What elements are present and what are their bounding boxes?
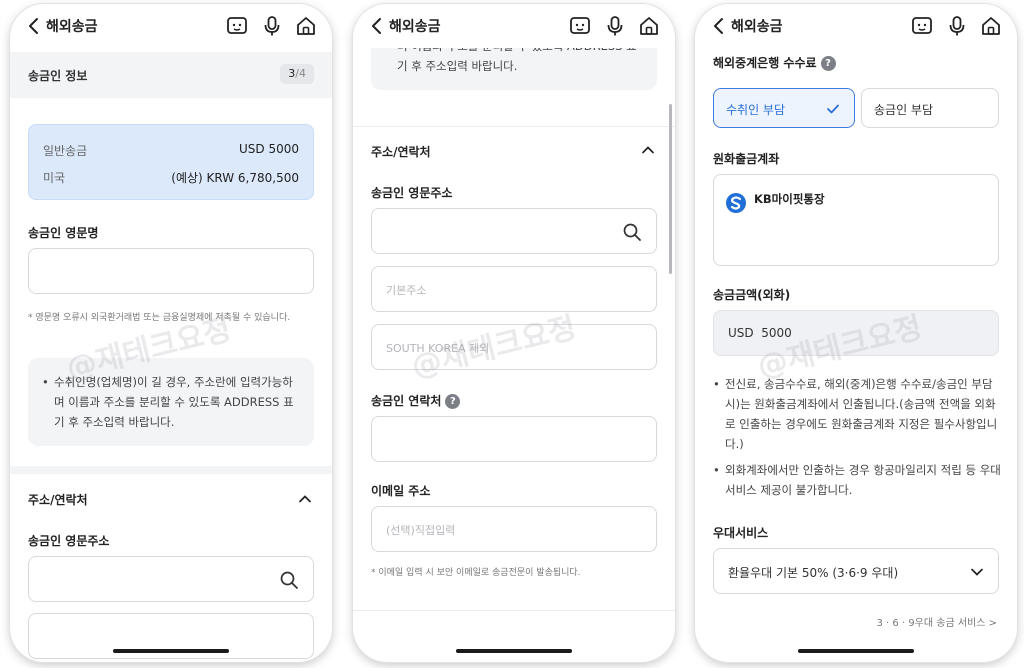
fee-option-recipient-label: 수취인 부담 xyxy=(726,103,786,117)
chevron-left-icon[interactable] xyxy=(369,16,385,36)
basic-address-field[interactable]: 기본주소 xyxy=(371,266,657,312)
top-app-bar: 해외송금 xyxy=(353,4,675,48)
chevron-left-icon[interactable] xyxy=(711,16,727,36)
microphone-icon[interactable] xyxy=(261,15,283,37)
email-label: 이메일 주소 xyxy=(371,484,431,498)
home-indicator[interactable] xyxy=(798,649,914,653)
fee-option-recipient[interactable]: 수취인 부담 xyxy=(713,88,855,128)
home-icon[interactable] xyxy=(980,15,1002,37)
transfer-summary-card: 일반송금 USD 5000 미국 (예상) KRW 6,780,500 xyxy=(28,124,314,200)
chevron-left-icon[interactable] xyxy=(26,16,42,36)
home-indicator[interactable] xyxy=(456,649,572,653)
contact-field[interactable] xyxy=(371,416,657,462)
chevron-up-icon[interactable] xyxy=(641,143,655,157)
address-search-field[interactable] xyxy=(371,208,657,254)
benefit-selected: 환율우대 기본 50% (3·6·9 우대) xyxy=(728,566,899,580)
check-icon xyxy=(827,104,839,114)
email-placeholder: (선택)직접입력 xyxy=(386,524,456,537)
country-address-field[interactable]: SOUTH KOREA 제외 xyxy=(371,324,657,370)
contact-label: 송금인 연락처? xyxy=(371,392,461,409)
page-title: 해외송금 xyxy=(731,19,783,35)
phone-screen-amount: 해외송금 해외중계은행 수수료? 수취인 부담 송금인 부담 원화출금계좌 KB… xyxy=(695,4,1017,662)
home-icon[interactable] xyxy=(638,15,660,37)
section-divider xyxy=(353,126,675,127)
info-box: 수취인명(업체명)이 길 경우, 주소란에 입력가능하며 이름과 주소를 분리할… xyxy=(28,358,314,446)
step-total: 4 xyxy=(299,67,306,80)
benefit-service-link[interactable]: 3 · 6 · 9우대 송금 서비스 > xyxy=(877,614,997,629)
page-title: 해외송금 xyxy=(46,19,98,35)
help-icon[interactable]: ? xyxy=(445,394,461,409)
info-box: 며 이름과 주소를 분리할 수 있도록 ADDRESS 표기 후 주소입력 바랍… xyxy=(371,48,657,90)
step-indicator: 3/4 xyxy=(280,64,314,84)
search-icon[interactable] xyxy=(622,222,642,242)
transfer-type: 일반송금 xyxy=(43,144,88,158)
help-icon[interactable]: ? xyxy=(820,56,836,71)
page-title: 해외송금 xyxy=(389,19,441,35)
chatbot-icon[interactable] xyxy=(226,15,248,37)
amount-value: 5000 xyxy=(761,326,792,340)
chevron-up-icon[interactable] xyxy=(298,492,312,506)
fee-note-1: 전신료, 송금수수료, 해외(중계)은행 수수료/송금인 부담 시)는 원화출금… xyxy=(713,374,1001,454)
phone-screen-address: 해외송금 며 이름과 주소를 분리할 수 있도록 ADDRESS 표기 후 주소… xyxy=(353,4,675,662)
email-field[interactable]: (선택)직접입력 xyxy=(371,506,657,552)
name-warning-note: * 영문명 오류시 외국환거래법 또는 금융실명제에 저촉될 수 있습니다. xyxy=(28,313,291,323)
amount-currency: USD xyxy=(728,326,754,340)
info-text: 수취인명(업체명)이 길 경우, 주소란에 입력가능하며 이름과 주소를 분리할… xyxy=(42,372,300,432)
address-label: 송금인 영문주소 xyxy=(28,534,110,548)
fee-label-text: 해외중계은행 수수료 xyxy=(713,56,817,70)
section-title: 송금인 정보 xyxy=(28,69,88,83)
send-amount: USD 5000 xyxy=(239,142,299,156)
amount-label: 송금금액(외화) xyxy=(713,288,791,302)
chevron-down-icon xyxy=(971,568,983,576)
address-section-title[interactable]: 주소/연락처 xyxy=(371,143,431,160)
top-app-bar: 해외송금 xyxy=(10,4,332,48)
home-icon[interactable] xyxy=(295,15,317,37)
amount-field: USD 5000 xyxy=(713,310,999,356)
section-divider xyxy=(10,466,332,474)
bank-logo-icon xyxy=(726,193,746,213)
info-text-tail: 며 이름과 주소를 분리할 수 있도록 ADDRESS 표기 후 주소입력 바랍… xyxy=(397,48,637,73)
microphone-icon[interactable] xyxy=(946,15,968,37)
bottom-divider xyxy=(353,610,675,611)
withdraw-account-card[interactable]: KB마이핏통장 xyxy=(713,174,999,266)
address-search-field[interactable] xyxy=(28,556,314,602)
benefit-label: 우대서비스 xyxy=(713,526,769,540)
fee-option-sender-label: 송금인 부담 xyxy=(874,103,934,117)
scroll-content[interactable]: 송금인 정보 3/4 일반송금 USD 5000 미국 (예상) KRW 6,780… xyxy=(10,48,332,662)
contact-label-text: 송금인 연락처 xyxy=(371,394,442,408)
fee-notes: 전신료, 송금수수료, 해외(중계)은행 수수료/송금인 부담 시)는 원화출금… xyxy=(713,374,1001,506)
address-section-title[interactable]: 주소/연락처 xyxy=(28,491,88,508)
fee-label: 해외중계은행 수수료? xyxy=(713,54,836,71)
search-icon[interactable] xyxy=(279,570,299,590)
email-note: * 이메일 입력 시 보안 이메일로 송금전문이 발송됩니다. xyxy=(371,568,581,578)
top-app-bar: 해외송금 xyxy=(695,4,1017,48)
scrollbar[interactable] xyxy=(669,104,672,274)
scroll-content[interactable]: 며 이름과 주소를 분리할 수 있도록 ADDRESS 표기 후 주소입력 바랍… xyxy=(353,48,675,662)
basic-address-placeholder: 기본주소 xyxy=(386,284,427,297)
country-address-placeholder: SOUTH KOREA 제외 xyxy=(386,342,490,355)
fee-option-sender[interactable]: 송금인 부담 xyxy=(861,88,999,128)
address-label: 송금인 영문주소 xyxy=(371,186,453,200)
account-name: KB마이핏통장 xyxy=(754,192,825,206)
chatbot-icon[interactable] xyxy=(911,15,933,37)
scroll-content[interactable]: 해외중계은행 수수료? 수취인 부담 송금인 부담 원화출금계좌 KB마이핏통장… xyxy=(695,48,1017,662)
destination-country: 미국 xyxy=(43,171,66,185)
withdraw-account-label: 원화출금계좌 xyxy=(713,152,780,166)
english-name-label: 송금인 영문명 xyxy=(28,226,99,240)
english-name-field[interactable] xyxy=(28,248,314,294)
home-indicator[interactable] xyxy=(113,649,229,653)
phone-screen-sender-info: 해외송금 송금인 정보 3/4 일반송금 USD 5000 미국 (예상) KRW … xyxy=(10,4,332,662)
chatbot-icon[interactable] xyxy=(569,15,591,37)
fee-note-2: 외화계좌에서만 인출하는 경우 항공마일리지 적립 등 우대 서비스 제공이 불… xyxy=(713,460,1001,500)
microphone-icon[interactable] xyxy=(604,15,626,37)
krw-amount: (예상) KRW 6,780,500 xyxy=(171,171,299,185)
benefit-select[interactable]: 환율우대 기본 50% (3·6·9 우대) xyxy=(713,548,999,594)
section-header: 송금인 정보 3/4 xyxy=(10,52,332,98)
